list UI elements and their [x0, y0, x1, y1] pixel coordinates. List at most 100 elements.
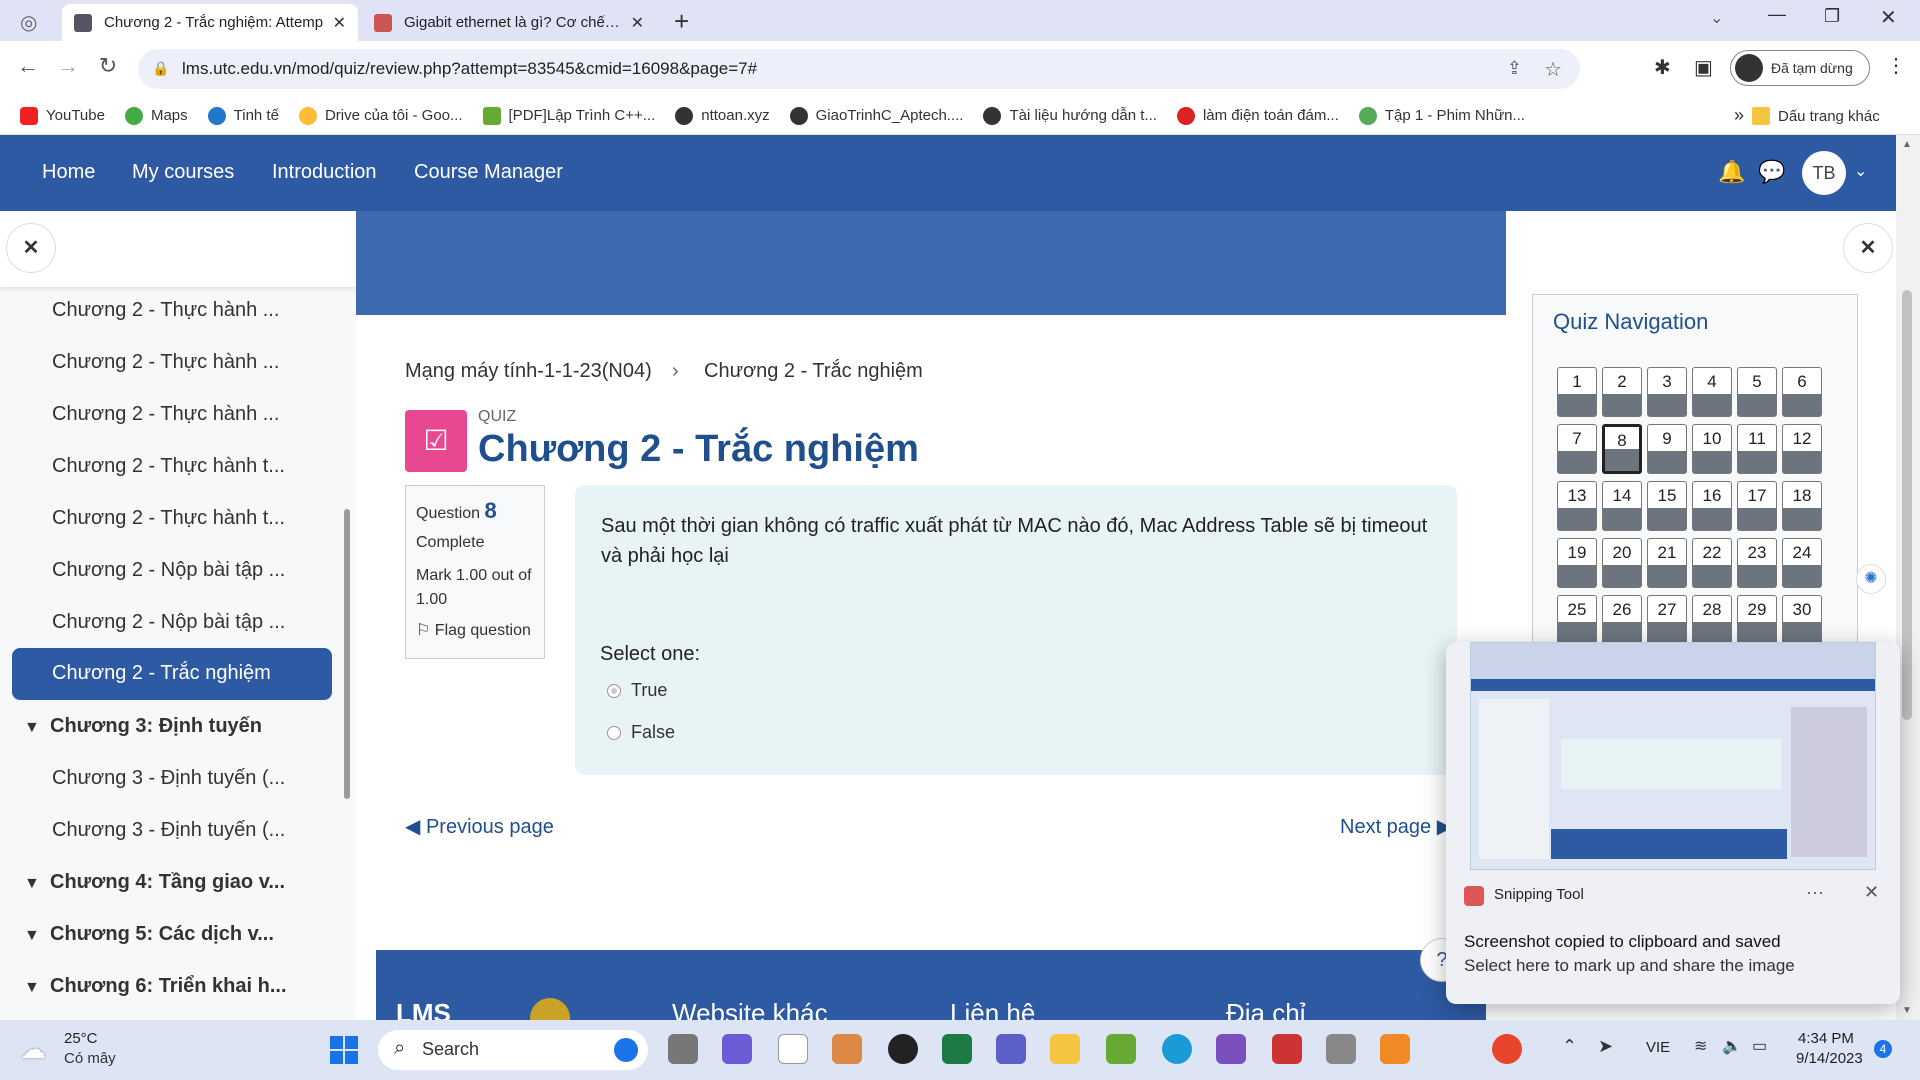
cloud-icon[interactable]: ☁: [20, 1034, 46, 1065]
browser-more-icon[interactable]: ⋮: [1886, 53, 1906, 78]
reload-icon[interactable]: ↻: [92, 53, 124, 79]
quiz-nav-button[interactable]: 11: [1737, 424, 1777, 474]
app-icon[interactable]: [1106, 1034, 1136, 1064]
quiz-nav-button[interactable]: 24: [1782, 538, 1822, 588]
teams-chat-icon[interactable]: [722, 1034, 752, 1064]
language-indicator[interactable]: VIE: [1646, 1039, 1670, 1056]
location-icon[interactable]: ➤: [1598, 1036, 1613, 1057]
quiz-nav-button[interactable]: 22: [1692, 538, 1732, 588]
windows-start-icon[interactable]: [330, 1036, 358, 1064]
weather-text[interactable]: Có mây: [64, 1050, 116, 1067]
quiz-nav-button[interactable]: 1: [1557, 367, 1597, 417]
nav-home[interactable]: Home: [42, 161, 95, 184]
quiz-nav-button[interactable]: 26: [1602, 595, 1642, 645]
quiz-nav-button[interactable]: 3: [1647, 367, 1687, 417]
chat-icon[interactable]: 💬: [1758, 159, 1785, 185]
sidebar-item[interactable]: Chương 2 - Nộp bài tập ...: [52, 559, 285, 582]
lock-icon[interactable]: 🔒: [152, 60, 169, 77]
quiz-nav-button[interactable]: 21: [1647, 538, 1687, 588]
bookmark-giaotrinh[interactable]: GiaoTrinhC_Aptech....: [789, 106, 963, 125]
side-panel-icon[interactable]: ▣: [1694, 55, 1713, 80]
clock-date[interactable]: 9/14/2023: [1796, 1050, 1863, 1067]
bookmark-phim[interactable]: Tập 1 - Phim Nhữn...: [1358, 106, 1525, 125]
scroll-up-icon[interactable]: ▲: [1902, 139, 1912, 150]
forward-icon[interactable]: →: [52, 53, 84, 79]
bell-icon[interactable]: 🔔: [1718, 159, 1745, 185]
more-options-icon[interactable]: ···: [1806, 882, 1824, 903]
dell-icon[interactable]: [888, 1034, 918, 1064]
sublime-text-icon[interactable]: [1380, 1034, 1410, 1064]
close-block-drawer-icon[interactable]: ✕: [1843, 223, 1893, 273]
sidebar-section[interactable]: ▼ Chương 3: Định tuyến: [24, 715, 262, 738]
taskbar-search[interactable]: ⌕ Search: [378, 1030, 648, 1070]
bookmark-youtube[interactable]: YouTube: [20, 106, 105, 125]
tools-icon[interactable]: [1326, 1034, 1356, 1064]
user-avatar[interactable]: TB: [1802, 151, 1846, 195]
bookmarks-overflow[interactable]: »: [1734, 105, 1744, 126]
screenshot-thumbnail[interactable]: [1470, 642, 1876, 870]
flag-question-button[interactable]: ⚐ Flag question: [416, 620, 534, 640]
back-icon[interactable]: ←: [12, 53, 44, 79]
microsoft-store-icon[interactable]: [832, 1034, 862, 1064]
tab-inactive[interactable]: Gigabit ethernet là gì? Cơ chế ho ✕: [362, 4, 656, 41]
quiz-nav-button[interactable]: 19: [1557, 538, 1597, 588]
excel-icon[interactable]: [942, 1034, 972, 1064]
close-drawer-icon[interactable]: ✕: [6, 223, 56, 273]
sidebar-section[interactable]: ▼ Chương 5: Các dịch v...: [24, 923, 274, 946]
quiz-nav-button[interactable]: 6: [1782, 367, 1822, 417]
chrome-icon[interactable]: [1492, 1034, 1522, 1064]
bing-icon[interactable]: [614, 1038, 638, 1062]
quiz-nav-button[interactable]: 2: [1602, 367, 1642, 417]
tab-active[interactable]: Chương 2 - Trắc nghiệm: Attemp ✕: [62, 4, 358, 41]
previous-page-link[interactable]: ◀ Previous page: [405, 814, 554, 839]
new-tab-icon[interactable]: +: [674, 6, 689, 37]
chevron-down-icon[interactable]: ▼: [24, 719, 50, 737]
snipping-tool-notification[interactable]: Snipping Tool ··· ✕ Screenshot copied to…: [1446, 642, 1900, 1004]
file-explorer-icon[interactable]: [1050, 1034, 1080, 1064]
bookmark-dientoan[interactable]: làm điện toán đám...: [1176, 106, 1339, 125]
quiz-nav-button[interactable]: 18: [1782, 481, 1822, 531]
bookmark-pdf[interactable]: [PDF]Lập Trình C++...: [482, 106, 655, 125]
option-false[interactable]: False: [607, 722, 675, 743]
nav-my-courses[interactable]: My courses: [132, 161, 234, 184]
quiz-nav-button[interactable]: 16: [1692, 481, 1732, 531]
quiz-nav-button[interactable]: 9: [1647, 424, 1687, 474]
quiz-nav-button[interactable]: 8: [1602, 424, 1642, 474]
sidebar-item[interactable]: Chương 2 - Thực hành ...: [52, 403, 279, 426]
option-true[interactable]: True: [607, 680, 667, 701]
notification-badge[interactable]: 4: [1874, 1040, 1892, 1058]
scroll-down-icon[interactable]: ▼: [1902, 1005, 1912, 1016]
bookmark-maps[interactable]: Maps: [124, 106, 188, 125]
chevron-up-icon[interactable]: ⌃: [1562, 1036, 1577, 1057]
quiz-nav-button[interactable]: 12: [1782, 424, 1822, 474]
sidebar-item[interactable]: Chương 2 - Nộp bài tập ...: [52, 611, 285, 634]
chevron-down-icon[interactable]: ⌄: [1854, 161, 1867, 181]
minimize-icon[interactable]: —: [1768, 4, 1786, 25]
bookmark-tinhte[interactable]: Tinh tế: [207, 106, 279, 125]
sidebar-item[interactable]: Chương 3 - Định tuyến (...: [52, 819, 285, 842]
quiz-nav-button[interactable]: 30: [1782, 595, 1822, 645]
nav-introduction[interactable]: Introduction: [272, 161, 377, 184]
sidebar-item[interactable]: Chương 2 - Thực hành t...: [52, 507, 285, 530]
quiz-nav-button[interactable]: 7: [1557, 424, 1597, 474]
quiz-nav-button[interactable]: 13: [1557, 481, 1597, 531]
browser-menu-icon[interactable]: ◎: [20, 10, 37, 35]
scrollbar-thumb[interactable]: [1902, 290, 1912, 720]
chevron-down-icon[interactable]: ▼: [24, 875, 50, 893]
quiz-nav-button[interactable]: 17: [1737, 481, 1777, 531]
sidebar-item[interactable]: Chương 3 - Định tuyến (...: [52, 767, 285, 790]
bookmark-star-icon[interactable]: ☆: [1544, 57, 1562, 82]
next-page-link[interactable]: Next page ▶: [1340, 814, 1452, 839]
quiz-nav-button[interactable]: 5: [1737, 367, 1777, 417]
edge-icon[interactable]: [1162, 1034, 1192, 1064]
close-tab-icon[interactable]: ✕: [333, 13, 346, 33]
close-window-icon[interactable]: ✕: [1880, 5, 1897, 30]
sidebar-scrollbar[interactable]: [344, 509, 350, 799]
quiz-nav-button[interactable]: 25: [1557, 595, 1597, 645]
nav-course-manager[interactable]: Course Manager: [414, 161, 563, 184]
bookmark-drive[interactable]: Drive của tôi - Goo...: [298, 106, 463, 125]
weather-temp[interactable]: 25°C: [64, 1030, 98, 1047]
close-notification-icon[interactable]: ✕: [1864, 882, 1879, 903]
quiz-nav-button[interactable]: 20: [1602, 538, 1642, 588]
close-tab-icon[interactable]: ✕: [631, 13, 644, 33]
